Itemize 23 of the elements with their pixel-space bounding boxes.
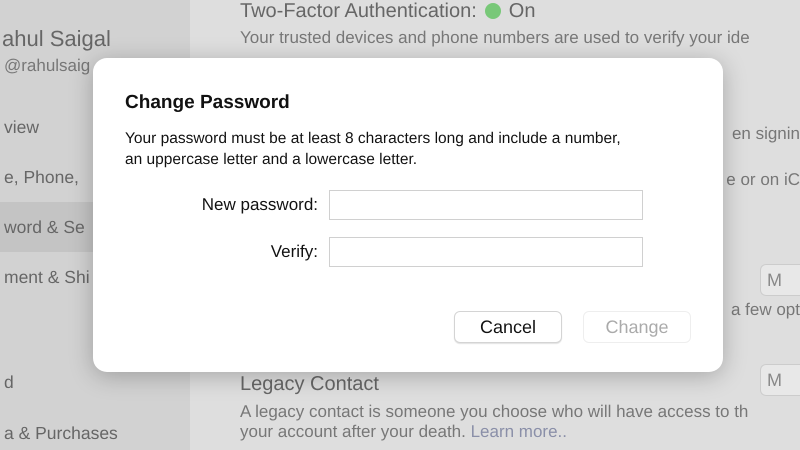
field-label: New password: [200,195,318,215]
description-text: e or on iC [726,170,800,191]
section-title: Two-Factor Authentication: [240,0,477,22]
field-label: Verify: [270,242,318,262]
description-text: en signin [732,124,800,145]
description-text: your account after your death. [240,422,466,441]
description-text: A legacy contact is someone you choose who will have access to th [240,402,750,422]
description-text: a few opt [731,300,800,321]
cancel-button[interactable]: Cancel [454,311,562,343]
learn-more-link[interactable]: Learn more.. [470,422,567,441]
dialog-title: Change Password [125,92,291,114]
password-field[interactable] [329,237,643,267]
sidebar-item[interactable]: a & Purchases [0,423,190,444]
manage-button[interactable]: M [760,364,800,396]
description-text: Your trusted devices and phone numbers are used to verify your ide [240,28,751,49]
password-field[interactable] [329,190,643,220]
account-handle: @rahulsaig [4,56,92,76]
manage-button[interactable]: M [760,264,800,296]
section-title: Legacy Contact [240,373,379,396]
sidebar-item[interactable]: d [0,372,190,393]
account-name: ahul Saigal [2,26,112,52]
status-text: On [508,0,536,22]
dialog-message: Your password must be at least 8 characters long and include a number, an uppercase letter and a lowercase letter. [125,129,622,170]
